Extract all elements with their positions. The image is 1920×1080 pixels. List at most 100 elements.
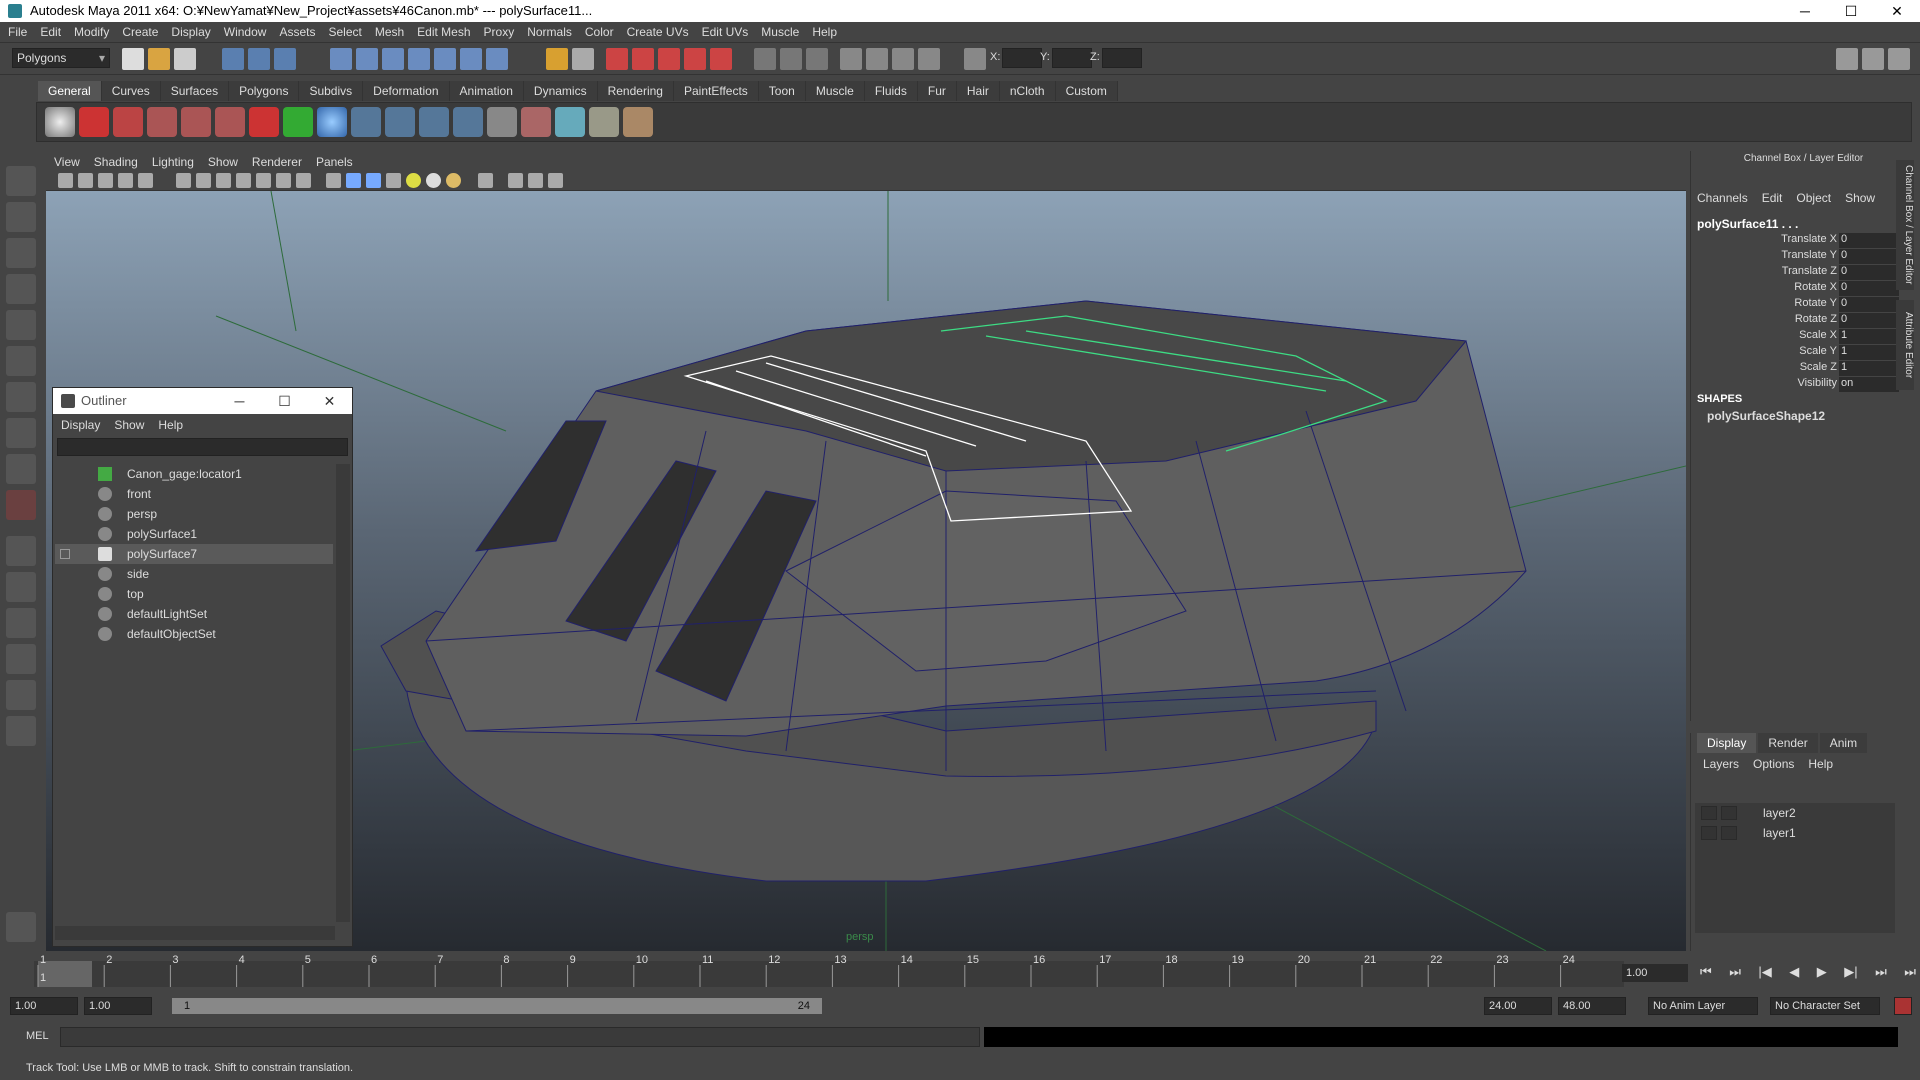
menu-edit-uvs[interactable]: Edit UVs bbox=[702, 25, 749, 39]
visibility-toggle[interactable] bbox=[1701, 826, 1717, 840]
snap-surface-icon[interactable] bbox=[434, 48, 456, 70]
cb-menu-object[interactable]: Object bbox=[1796, 191, 1831, 205]
shelf-tab-general[interactable]: General bbox=[38, 81, 102, 101]
layout-channel-icon[interactable] bbox=[1888, 48, 1910, 70]
menu-assets[interactable]: Assets bbox=[279, 25, 315, 39]
safe-title-icon[interactable] bbox=[296, 173, 311, 188]
2d-pan-icon[interactable] bbox=[138, 173, 153, 188]
wireframe-on-shaded-icon[interactable] bbox=[366, 173, 381, 188]
bind-skin-icon[interactable] bbox=[419, 107, 449, 137]
mel-label[interactable]: MEL bbox=[26, 1030, 49, 1042]
step-back-frame-button[interactable]: |◀ bbox=[1758, 964, 1771, 984]
isolate-select-icon[interactable] bbox=[478, 173, 493, 188]
lock-icon[interactable] bbox=[546, 48, 568, 70]
outliner-vertical-scrollbar[interactable] bbox=[336, 464, 350, 922]
select-component-icon[interactable] bbox=[274, 48, 296, 70]
menu-create[interactable]: Create bbox=[122, 25, 158, 39]
ipr-render-icon[interactable] bbox=[632, 48, 654, 70]
outliner-item-defaultlightset[interactable]: defaultLightSet bbox=[55, 604, 333, 624]
step-forward-frame-button[interactable]: ▶| bbox=[1844, 964, 1857, 984]
shadows-icon[interactable] bbox=[446, 173, 461, 188]
scale-tool-icon[interactable] bbox=[6, 346, 36, 376]
brush-icon[interactable] bbox=[623, 107, 653, 137]
artisan-icon[interactable] bbox=[215, 107, 245, 137]
open-scene-icon[interactable] bbox=[148, 48, 170, 70]
layer-tab-display[interactable]: Display bbox=[1697, 733, 1757, 753]
shelf-tab-ncloth[interactable]: nCloth bbox=[999, 81, 1056, 101]
outliner-horizontal-scrollbar[interactable] bbox=[55, 926, 335, 940]
shelf-tab-dynamics[interactable]: Dynamics bbox=[523, 81, 598, 101]
paint-weights-icon[interactable] bbox=[181, 107, 211, 137]
xray-joints-icon[interactable] bbox=[528, 173, 543, 188]
step-forward-key-button[interactable]: ⏭ bbox=[1875, 964, 1887, 984]
y-field[interactable] bbox=[1052, 48, 1092, 68]
menu-proxy[interactable]: Proxy bbox=[484, 25, 515, 39]
vp-menu-panels[interactable]: Panels bbox=[316, 155, 353, 169]
go-start-button[interactable]: ⏮ bbox=[1700, 964, 1712, 984]
menu-display[interactable]: Display bbox=[171, 25, 210, 39]
outliner-item-canon-gage-locator1[interactable]: Canon_gage:locator1 bbox=[55, 464, 333, 484]
attr-rotate-x[interactable]: Rotate X0 bbox=[1697, 281, 1899, 297]
menu-edit[interactable]: Edit bbox=[40, 25, 61, 39]
outliner-menu-help[interactable]: Help bbox=[158, 418, 183, 432]
outliner-filter-field[interactable] bbox=[57, 438, 348, 456]
go-end-button[interactable]: ⏭ bbox=[1904, 964, 1916, 984]
attr-rotate-y[interactable]: Rotate Y0 bbox=[1697, 297, 1899, 313]
sphere-icon[interactable] bbox=[317, 107, 347, 137]
command-input[interactable] bbox=[60, 1027, 980, 1047]
select-tool-icon[interactable] bbox=[6, 166, 36, 196]
outliner-item-front[interactable]: front bbox=[55, 484, 333, 504]
shelf-tab-rendering[interactable]: Rendering bbox=[597, 81, 674, 101]
hand-icon[interactable] bbox=[6, 912, 36, 942]
soft-mod-icon[interactable] bbox=[6, 418, 36, 448]
layout-tool-icon[interactable] bbox=[1862, 48, 1884, 70]
help-shelf-icon[interactable] bbox=[79, 107, 109, 137]
help-query-icon[interactable] bbox=[486, 48, 508, 70]
hypergraph-icon[interactable] bbox=[892, 48, 914, 70]
textured-icon[interactable] bbox=[386, 173, 401, 188]
mode-selector[interactable]: Polygons bbox=[12, 48, 110, 68]
hypershade-shelf-icon[interactable] bbox=[45, 107, 75, 137]
cluster-icon[interactable] bbox=[555, 107, 585, 137]
image-plane-icon[interactable] bbox=[118, 173, 133, 188]
attr-scale-x[interactable]: Scale X1 bbox=[1697, 329, 1899, 345]
shelf-tab-painteffects[interactable]: PaintEffects bbox=[673, 81, 759, 101]
layer-row-layer2[interactable]: layer2 bbox=[1695, 803, 1895, 823]
menu-muscle[interactable]: Muscle bbox=[761, 25, 799, 39]
play-backward-button[interactable]: ◀ bbox=[1789, 964, 1799, 984]
attr-translate-y[interactable]: Translate Y0 bbox=[1697, 249, 1899, 265]
playback-end-field[interactable]: 24.00 bbox=[1484, 997, 1552, 1015]
menu-select[interactable]: Select bbox=[328, 25, 361, 39]
outliner-menu-display[interactable]: Display bbox=[61, 418, 100, 432]
four-pane-layout-icon[interactable] bbox=[6, 572, 36, 602]
shelf-tab-custom[interactable]: Custom bbox=[1055, 81, 1118, 101]
menu-help[interactable]: Help bbox=[812, 25, 837, 39]
current-frame-field[interactable]: 1.00 bbox=[1622, 964, 1688, 982]
outliner-icon[interactable] bbox=[840, 48, 862, 70]
randomize-icon[interactable] bbox=[283, 107, 313, 137]
vp-menu-renderer[interactable]: Renderer bbox=[252, 155, 302, 169]
safe-action-icon[interactable] bbox=[276, 173, 291, 188]
field-chart-icon[interactable] bbox=[256, 173, 271, 188]
render-settings-icon[interactable] bbox=[658, 48, 680, 70]
graph-icon[interactable] bbox=[754, 48, 776, 70]
range-bar[interactable]: 1 24 bbox=[172, 998, 822, 1014]
minimize-button[interactable]: ─ bbox=[1782, 0, 1828, 22]
side-tab-channel-box[interactable]: Channel Box / Layer Editor bbox=[1896, 160, 1914, 290]
outliner-titlebar[interactable]: Outliner ─ ☐ ✕ bbox=[53, 388, 352, 414]
single-pane-layout-icon[interactable] bbox=[6, 536, 36, 566]
gate-mask-icon[interactable] bbox=[236, 173, 251, 188]
move-tool-icon[interactable] bbox=[6, 274, 36, 304]
outliner-item-side[interactable]: side bbox=[55, 564, 333, 584]
render-view-icon[interactable] bbox=[710, 48, 732, 70]
time-slider-track[interactable] bbox=[34, 961, 1624, 987]
z-field[interactable] bbox=[1102, 48, 1142, 68]
menu-color[interactable]: Color bbox=[585, 25, 614, 39]
shelf-tab-fluids[interactable]: Fluids bbox=[864, 81, 918, 101]
render-layout-icon[interactable] bbox=[6, 716, 36, 746]
maximize-button[interactable]: ☐ bbox=[1828, 0, 1874, 22]
vp-menu-shading[interactable]: Shading bbox=[94, 155, 138, 169]
outliner-maximize-button[interactable]: ☐ bbox=[262, 388, 307, 414]
track-tool-icon[interactable] bbox=[6, 490, 36, 520]
sequence-icon[interactable] bbox=[780, 48, 802, 70]
